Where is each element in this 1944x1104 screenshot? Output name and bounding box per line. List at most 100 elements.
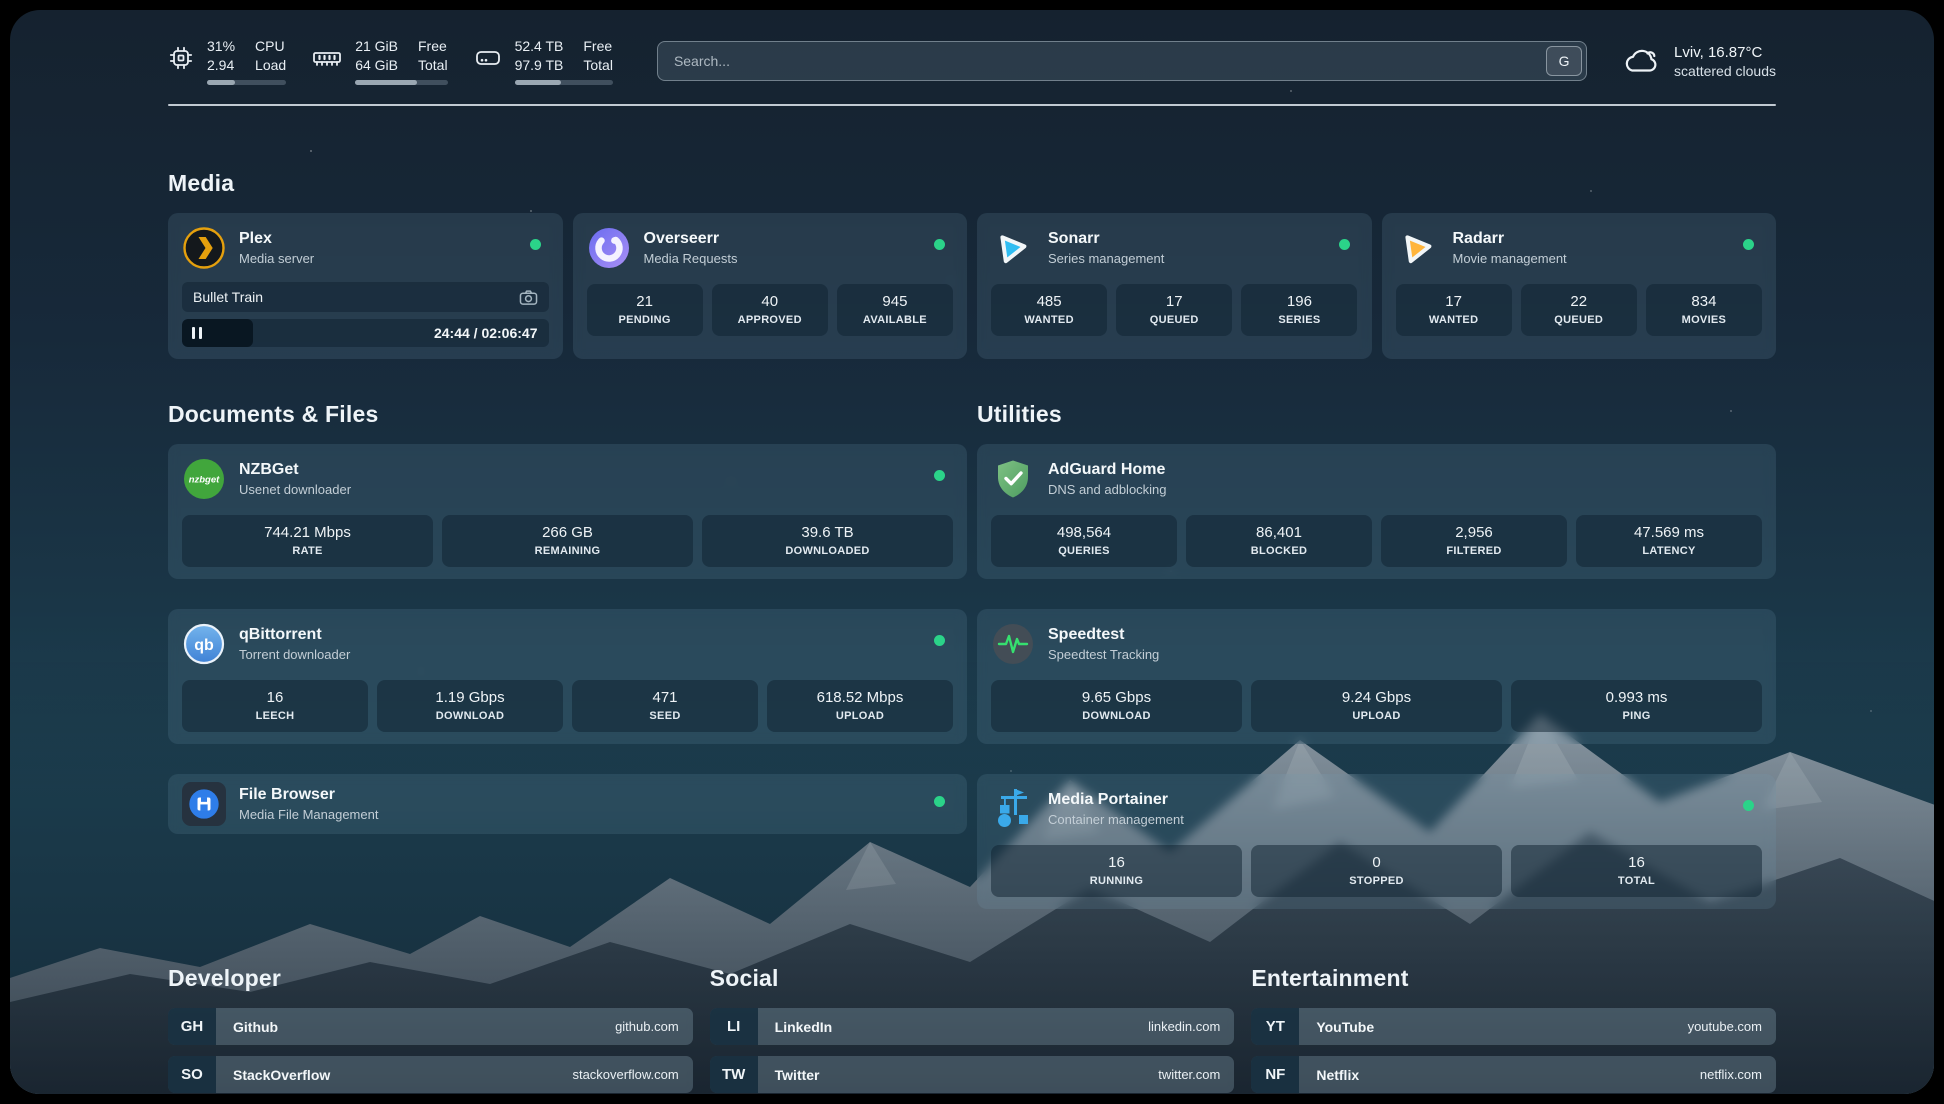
radarr-card[interactable]: Radarr Movie management 17 WANTED 22 QUE… <box>1382 213 1777 359</box>
nzbget-stat-downloaded: 39.6 TB DOWNLOADED <box>702 515 953 567</box>
radarr-icon <box>1396 226 1440 270</box>
radarr-status-dot <box>1743 239 1754 250</box>
storage-progress-track <box>515 80 613 85</box>
weather-location-temp: Lviv, 16.87°C <box>1674 44 1776 61</box>
link-linkedin[interactable]: LI LinkedIn linkedin.com <box>710 1008 1235 1045</box>
speedtest-card[interactable]: Speedtest Speedtest Tracking 9.65 Gbps D… <box>977 609 1776 744</box>
topbar-divider <box>168 104 1776 106</box>
portainer-stat-running: 16 RUNNING <box>991 845 1242 897</box>
netflix-tag: NF <box>1251 1056 1299 1093</box>
nzbget-stat-rate: 744.21 Mbps RATE <box>182 515 433 567</box>
sonarr-stat-series: 196 SERIES <box>1241 284 1357 336</box>
linkedin-url: linkedin.com <box>1148 1008 1234 1045</box>
adguard-subtitle: DNS and adblocking <box>1048 482 1167 497</box>
svg-text:nzbget: nzbget <box>189 475 220 486</box>
section-entertainment: Entertainment YT YouTube youtube.com NF … <box>1251 965 1776 1094</box>
adguard-shield-icon <box>991 457 1035 501</box>
filebrowser-subtitle: Media File Management <box>239 807 378 822</box>
nzbget-subtitle: Usenet downloader <box>239 482 351 497</box>
twitter-url: twitter.com <box>1158 1056 1234 1093</box>
portainer-card[interactable]: Media Portainer Container management 16 … <box>977 774 1776 909</box>
memory-progress-track <box>355 80 447 85</box>
adguard-card[interactable]: AdGuard Home DNS and adblocking 498,564 … <box>977 444 1776 579</box>
portainer-title: Media Portainer <box>1048 791 1184 809</box>
linkedin-tag: LI <box>710 1008 758 1045</box>
sonarr-card[interactable]: Sonarr Series management 485 WANTED 17 Q… <box>977 213 1372 359</box>
radarr-subtitle: Movie management <box>1453 251 1567 266</box>
utilities-section-title: Utilities <box>977 401 1776 428</box>
plex-subtitle: Media server <box>239 251 314 266</box>
storage-label-bottom: Total <box>583 57 613 74</box>
stackoverflow-label: StackOverflow <box>216 1056 330 1093</box>
cpu-usage: 31% <box>207 38 235 55</box>
github-tag: GH <box>168 1008 216 1045</box>
entertainment-section-title: Entertainment <box>1251 965 1776 992</box>
nzbget-status-dot <box>934 470 945 481</box>
qbittorrent-stat-download: 1.19 Gbps DOWNLOAD <box>377 680 563 732</box>
qbittorrent-subtitle: Torrent downloader <box>239 647 350 662</box>
portainer-subtitle: Container management <box>1048 812 1184 827</box>
memory-widget: 21 GiB 64 GiB Free Total <box>312 38 447 85</box>
qbittorrent-card[interactable]: qb qBittorrent Torrent downloader 16 LEE… <box>168 609 967 744</box>
link-netflix[interactable]: NF Netflix netflix.com <box>1251 1056 1776 1093</box>
sonarr-subtitle: Series management <box>1048 251 1164 266</box>
cloud-icon <box>1621 44 1661 78</box>
sonarr-stat-queued: 17 QUEUED <box>1116 284 1232 336</box>
qbittorrent-status-dot <box>934 635 945 646</box>
storage-label-top: Free <box>583 38 613 55</box>
overseerr-stat-approved: 40 APPROVED <box>712 284 828 336</box>
documents-section-title: Documents & Files <box>168 401 967 428</box>
speedtest-stat-ping: 0.993 ms PING <box>1511 680 1762 732</box>
adguard-stat-filtered: 2,956 FILTERED <box>1381 515 1567 567</box>
search-box: G <box>657 41 1587 81</box>
filebrowser-icon <box>182 782 226 826</box>
overseerr-status-dot <box>934 239 945 250</box>
memory-label-bottom: Total <box>418 57 448 74</box>
filebrowser-status-dot <box>934 796 945 807</box>
portainer-stat-total: 16 TOTAL <box>1511 845 1762 897</box>
nzbget-card[interactable]: nzbget NZBGet Usenet downloader 744.21 M… <box>168 444 967 579</box>
memory-progress-fill <box>355 80 417 85</box>
youtube-label: YouTube <box>1299 1008 1374 1045</box>
radarr-stat-movies: 834 MOVIES <box>1646 284 1762 336</box>
plex-status-dot <box>530 239 541 250</box>
storage-free: 52.4 TB <box>515 38 564 55</box>
overseerr-card[interactable]: Overseerr Media Requests 21 PENDING 40 A… <box>573 213 968 359</box>
top-bar: 31% 2.94 CPU Load <box>168 32 1776 90</box>
media-section-title: Media <box>168 170 1776 197</box>
sonarr-stat-wanted: 485 WANTED <box>991 284 1107 336</box>
speedtest-stat-upload: 9.24 Gbps UPLOAD <box>1251 680 1502 732</box>
nzbget-icon: nzbget <box>182 457 226 501</box>
storage-progress-fill <box>515 80 561 85</box>
section-utilities: Utilities AdGuard <box>977 401 1776 939</box>
disk-drive-icon <box>474 45 502 71</box>
plex-card[interactable]: Plex Media server Bullet Train <box>168 213 563 359</box>
youtube-url: youtube.com <box>1688 1008 1776 1045</box>
cpu-label-bottom: Load <box>255 57 286 74</box>
link-youtube[interactable]: YT YouTube youtube.com <box>1251 1008 1776 1045</box>
netflix-url: netflix.com <box>1700 1056 1776 1093</box>
portainer-status-dot <box>1743 800 1754 811</box>
link-twitter[interactable]: TW Twitter twitter.com <box>710 1056 1235 1093</box>
plex-title: Plex <box>239 230 314 248</box>
search-input[interactable] <box>657 41 1587 81</box>
youtube-tag: YT <box>1251 1008 1299 1045</box>
nzbget-title: NZBGet <box>239 461 351 479</box>
filebrowser-card[interactable]: File Browser Media File Management <box>168 774 967 834</box>
search-engine-button[interactable]: G <box>1546 46 1582 76</box>
twitter-label: Twitter <box>758 1056 820 1093</box>
sonarr-title: Sonarr <box>1048 230 1164 248</box>
qbittorrent-icon: qb <box>182 622 226 666</box>
cpu-progress-track <box>207 80 286 85</box>
storage-widget: 52.4 TB 97.9 TB Free Total <box>474 38 613 85</box>
speedtest-title: Speedtest <box>1048 626 1159 644</box>
radarr-stat-wanted: 17 WANTED <box>1396 284 1512 336</box>
plex-now-playing-title: Bullet Train <box>193 289 263 305</box>
link-github[interactable]: GH Github github.com <box>168 1008 693 1045</box>
weather-widget: Lviv, 16.87°C scattered clouds <box>1621 44 1776 79</box>
sonarr-status-dot <box>1339 239 1350 250</box>
link-stackoverflow[interactable]: SO StackOverflow stackoverflow.com <box>168 1056 693 1093</box>
pause-icon[interactable] <box>192 327 202 339</box>
plex-now-playing-row: Bullet Train <box>182 282 549 312</box>
section-media: Media Plex Media server <box>168 170 1776 359</box>
